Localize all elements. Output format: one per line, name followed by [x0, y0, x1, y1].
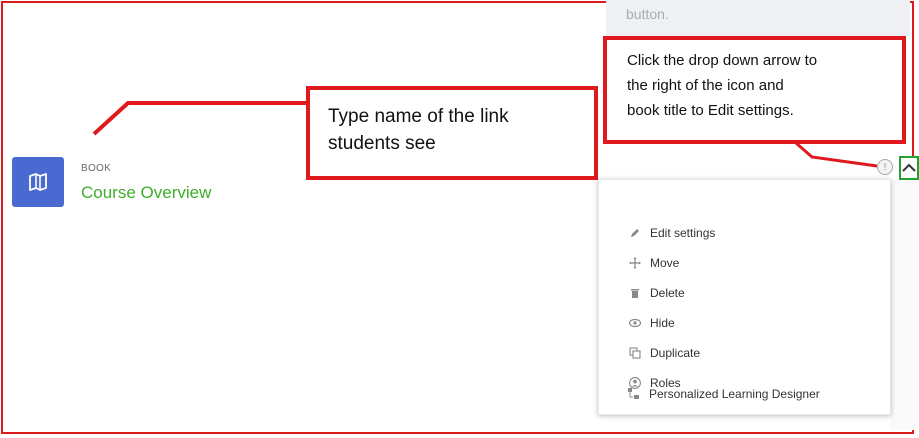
callout-right-line3: book title to Edit settings. — [627, 102, 794, 119]
menu-item-delete[interactable]: Delete — [628, 282, 685, 304]
info-icon[interactable]: ! — [877, 159, 893, 175]
eye-icon — [628, 316, 642, 330]
menu-item-label: Edit settings — [650, 226, 716, 240]
callout-left-line2: students see — [328, 133, 436, 154]
callout-right-line1: Click the drop down arrow to — [627, 52, 818, 69]
menu-item-edit-settings[interactable]: Edit settings — [628, 222, 715, 244]
callout-dropdown-help: Click the drop down arrow to the right o… — [603, 36, 906, 144]
menu-item-duplicate[interactable]: Duplicate — [628, 342, 700, 364]
chevron-up-icon[interactable] — [899, 156, 919, 180]
menu-item-hide[interactable]: Hide — [628, 312, 675, 334]
callout-link-name: Type name of the link students see — [306, 86, 598, 180]
duplicate-icon — [628, 346, 642, 360]
activity-actions-menu: Edit settings Move Delete Hide Duplicate… — [598, 179, 891, 415]
menu-item-personalized-learning-designer[interactable]: Personalized Learning Designer — [627, 383, 820, 405]
pld-icon — [627, 387, 641, 401]
move-icon — [628, 256, 642, 270]
menu-item-move[interactable]: Move — [628, 252, 679, 274]
menu-item-label: Personalized Learning Designer — [649, 387, 820, 401]
callout-right-line2: the right of the icon and — [627, 77, 784, 94]
pencil-icon — [628, 226, 642, 240]
callout-left-line1: Type name of the link — [328, 106, 509, 127]
trash-icon — [628, 286, 642, 300]
menu-item-label: Duplicate — [650, 346, 701, 360]
menu-item-label: Move — [650, 256, 680, 270]
page-edge — [891, 180, 918, 430]
menu-item-label: Hide — [650, 316, 675, 330]
menu-item-label: Delete — [650, 286, 685, 300]
